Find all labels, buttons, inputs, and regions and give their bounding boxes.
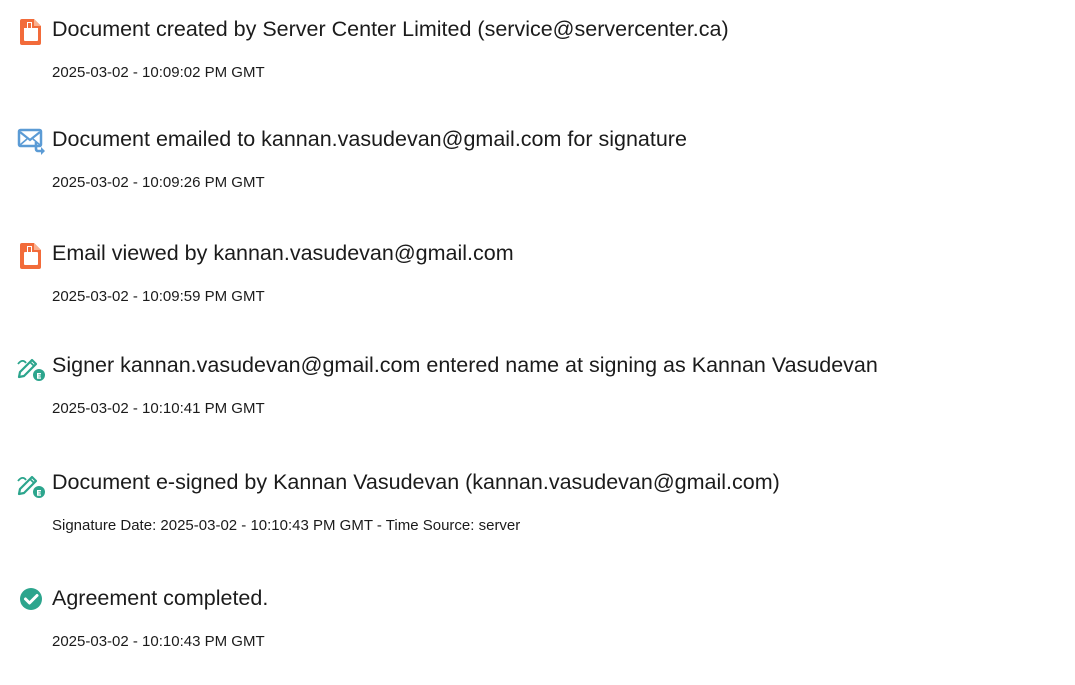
audit-event-document-emailed: Document emailed to kannan.vasudevan@gma… — [0, 126, 1075, 226]
event-description: Document e-signed by Kannan Vasudevan (k… — [52, 470, 780, 494]
event-timestamp: 2025-03-02 - 10:09:59 PM GMT — [52, 288, 265, 305]
email-send-icon — [14, 124, 48, 158]
event-timestamp: 2025-03-02 - 10:09:02 PM GMT — [52, 64, 265, 81]
signature-pen-icon — [14, 350, 48, 384]
audit-event-signer-name-entered: Signer kannan.vasudevan@gmail.com entere… — [0, 352, 1075, 452]
audit-event-document-created: Document created by Server Center Limite… — [0, 16, 1075, 116]
event-timestamp: 2025-03-02 - 10:09:26 PM GMT — [52, 174, 265, 191]
audit-event-email-viewed: Email viewed by kannan.vasudevan@gmail.c… — [0, 240, 1075, 340]
audit-event-agreement-completed: Agreement completed. 2025-03-02 - 10:10:… — [0, 585, 1075, 685]
signature-pen-icon — [14, 467, 48, 501]
event-description: Document created by Server Center Limite… — [52, 17, 729, 41]
document-icon — [14, 14, 48, 48]
check-circle-icon — [14, 583, 48, 617]
audit-event-document-esigned: Document e-signed by Kannan Vasudevan (k… — [0, 469, 1075, 569]
event-description: Document emailed to kannan.vasudevan@gma… — [52, 127, 687, 151]
event-timestamp: Signature Date: 2025-03-02 - 10:10:43 PM… — [52, 517, 521, 534]
event-description: Signer kannan.vasudevan@gmail.com entere… — [52, 353, 878, 377]
document-icon — [14, 238, 48, 272]
event-timestamp: 2025-03-02 - 10:10:41 PM GMT — [52, 400, 265, 417]
event-description: Agreement completed. — [52, 586, 269, 610]
event-description: Email viewed by kannan.vasudevan@gmail.c… — [52, 241, 514, 265]
event-timestamp: 2025-03-02 - 10:10:43 PM GMT — [52, 633, 265, 650]
